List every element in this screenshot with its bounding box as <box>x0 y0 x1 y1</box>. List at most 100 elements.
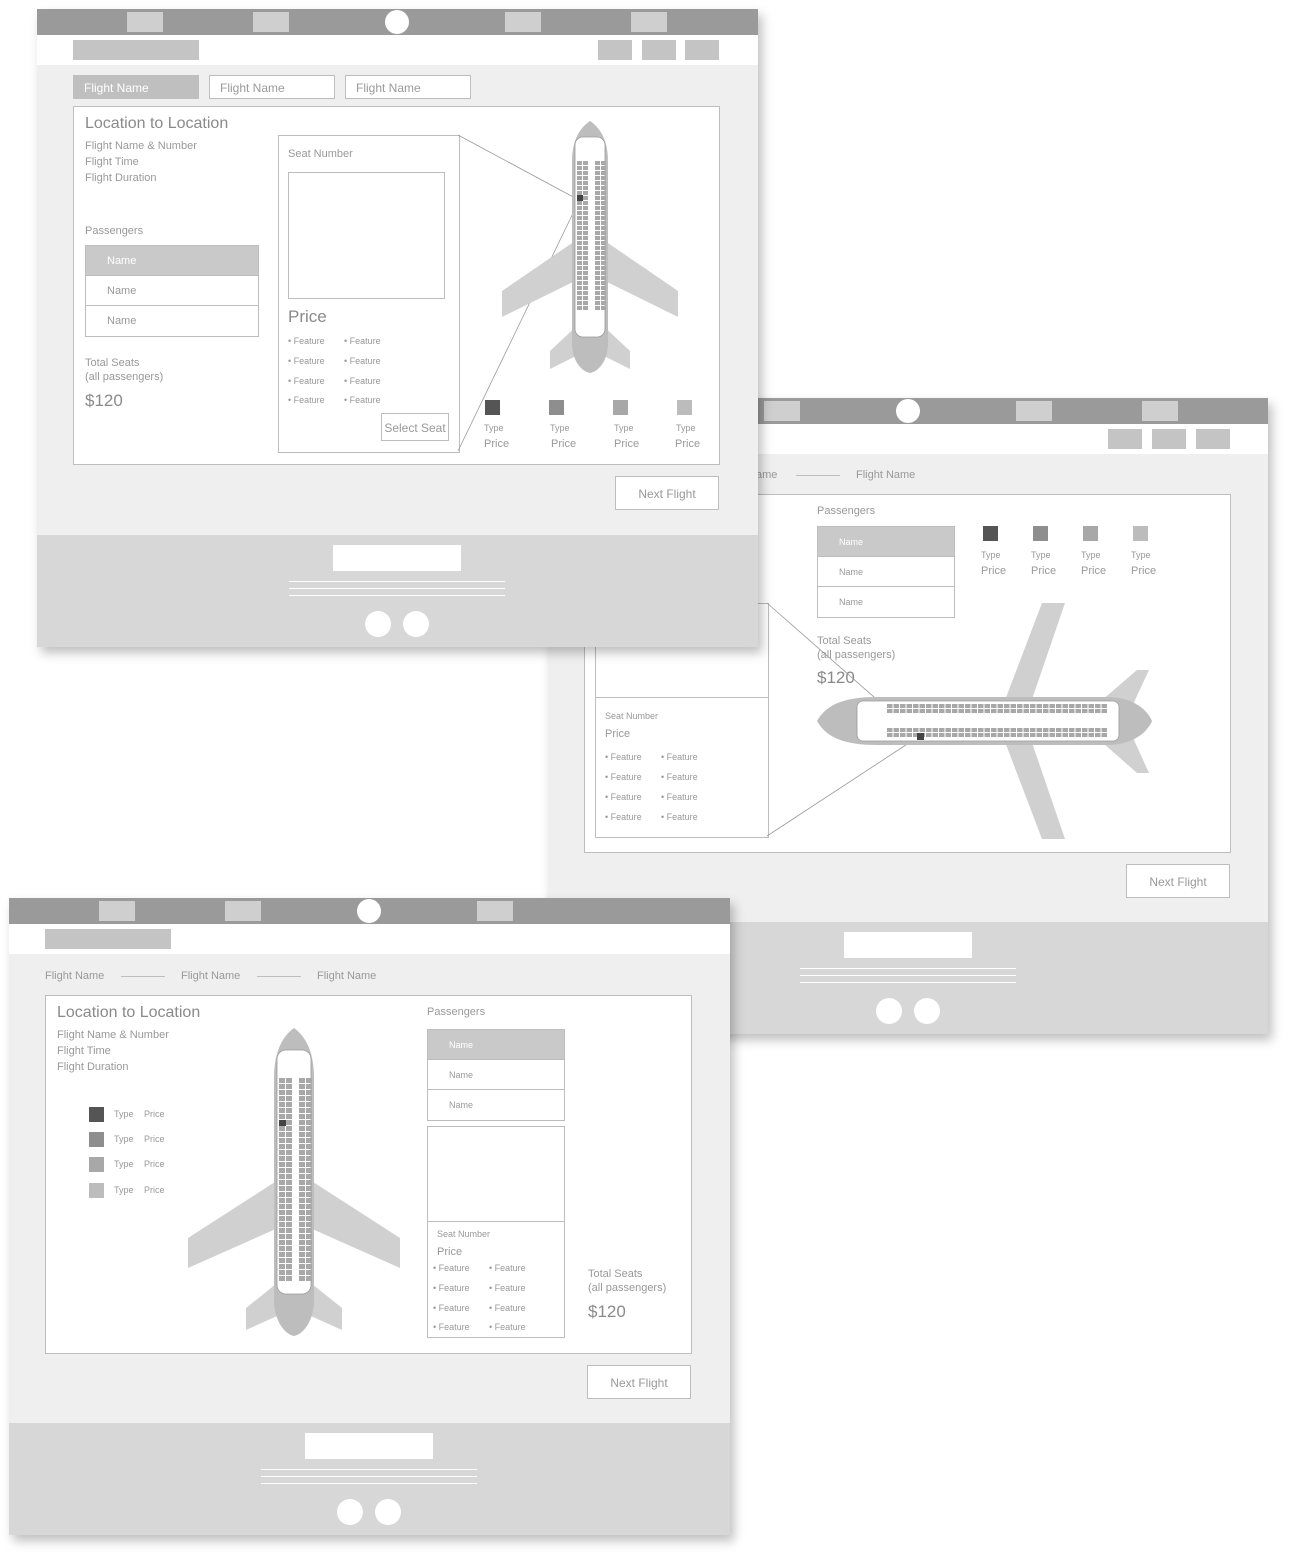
seat[interactable] <box>1043 733 1049 737</box>
seat[interactable] <box>279 1102 285 1107</box>
seat[interactable] <box>1056 704 1062 708</box>
seat[interactable] <box>1095 733 1101 737</box>
seat[interactable] <box>279 1174 285 1179</box>
seat[interactable] <box>601 166 606 170</box>
seat[interactable] <box>306 1126 312 1131</box>
seat[interactable] <box>286 1138 292 1143</box>
tab-flight[interactable]: Flight Name <box>345 75 471 99</box>
seat[interactable] <box>299 1090 305 1095</box>
seat[interactable] <box>1023 709 1030 713</box>
seat[interactable] <box>939 733 945 737</box>
seat[interactable] <box>1036 733 1043 737</box>
seat[interactable] <box>306 1084 312 1089</box>
seat[interactable] <box>583 251 588 255</box>
seat[interactable] <box>299 1132 305 1137</box>
seat[interactable] <box>1023 704 1030 708</box>
seat[interactable] <box>286 1210 292 1215</box>
passenger-row[interactable]: Name <box>428 1090 564 1120</box>
seat[interactable] <box>577 301 582 305</box>
seat[interactable] <box>595 296 600 300</box>
seat[interactable] <box>299 1156 305 1161</box>
breadcrumb-item[interactable]: Flight Name <box>181 970 240 982</box>
seat[interactable] <box>913 709 919 713</box>
seat[interactable] <box>299 1114 305 1119</box>
seat[interactable] <box>601 271 606 275</box>
seat[interactable] <box>601 216 606 220</box>
seat[interactable] <box>1017 709 1023 713</box>
seat[interactable] <box>945 704 952 708</box>
seat[interactable] <box>577 256 582 260</box>
seat[interactable] <box>984 704 991 708</box>
seat[interactable] <box>1030 728 1036 732</box>
nav-item[interactable] <box>1142 401 1178 421</box>
seat[interactable] <box>887 733 893 737</box>
airplane-seat-map[interactable] <box>500 121 680 373</box>
seat[interactable] <box>577 166 582 170</box>
seat[interactable] <box>583 221 588 225</box>
seat[interactable] <box>595 271 600 275</box>
seat[interactable] <box>299 1138 305 1143</box>
seat[interactable] <box>1062 704 1069 708</box>
seat[interactable] <box>279 1126 285 1131</box>
seat[interactable] <box>279 1264 285 1269</box>
seat[interactable] <box>1095 704 1101 708</box>
seat[interactable] <box>1062 728 1069 732</box>
seat[interactable] <box>299 1174 305 1179</box>
seat[interactable] <box>286 1252 292 1257</box>
seat[interactable] <box>286 1270 292 1275</box>
seat[interactable] <box>1004 728 1010 732</box>
seat[interactable] <box>583 181 588 185</box>
seat[interactable] <box>577 266 582 270</box>
seat[interactable] <box>1056 709 1062 713</box>
seat[interactable] <box>299 1192 305 1197</box>
seat[interactable] <box>919 704 926 708</box>
seat[interactable] <box>583 276 588 280</box>
seat[interactable] <box>1082 728 1088 732</box>
seat[interactable] <box>1069 733 1075 737</box>
seat[interactable] <box>286 1108 292 1113</box>
seat[interactable] <box>919 709 926 713</box>
seat[interactable] <box>601 266 606 270</box>
seat[interactable] <box>279 1216 285 1221</box>
seat[interactable] <box>1030 704 1036 708</box>
seat[interactable] <box>991 704 997 708</box>
site-logo[interactable] <box>45 929 171 949</box>
passenger-row[interactable]: Name <box>428 1060 564 1090</box>
seat[interactable] <box>926 709 932 713</box>
seat[interactable] <box>279 1162 285 1167</box>
seat[interactable] <box>1075 733 1082 737</box>
seat[interactable] <box>595 276 600 280</box>
airplane-seat-map[interactable] <box>817 603 1157 839</box>
seat[interactable] <box>583 281 588 285</box>
seat[interactable] <box>1075 709 1082 713</box>
seat[interactable] <box>583 211 588 215</box>
seat[interactable] <box>306 1162 312 1167</box>
seat[interactable] <box>932 728 939 732</box>
seat[interactable] <box>583 296 588 300</box>
seat[interactable] <box>893 728 900 732</box>
seat[interactable] <box>299 1270 305 1275</box>
seat[interactable] <box>583 171 588 175</box>
seat[interactable] <box>279 1240 285 1245</box>
seat[interactable] <box>958 733 965 737</box>
seat[interactable] <box>306 1276 312 1281</box>
seat[interactable] <box>595 251 600 255</box>
seat[interactable] <box>577 261 582 265</box>
nav-item[interactable] <box>631 12 667 32</box>
social-icon[interactable] <box>375 1499 401 1525</box>
seat[interactable] <box>991 709 997 713</box>
social-icon[interactable] <box>914 998 940 1024</box>
seat[interactable] <box>978 733 984 737</box>
seat[interactable] <box>279 1276 285 1281</box>
seat[interactable] <box>601 261 606 265</box>
seat[interactable] <box>1088 733 1095 737</box>
seat[interactable] <box>299 1162 305 1167</box>
seat[interactable] <box>279 1180 285 1185</box>
nav-item[interactable] <box>99 901 135 921</box>
seat[interactable] <box>286 1156 292 1161</box>
seat[interactable] <box>306 1216 312 1221</box>
seat[interactable] <box>601 301 606 305</box>
logo-icon[interactable] <box>357 899 381 923</box>
seat[interactable] <box>299 1150 305 1155</box>
seat[interactable] <box>991 728 997 732</box>
